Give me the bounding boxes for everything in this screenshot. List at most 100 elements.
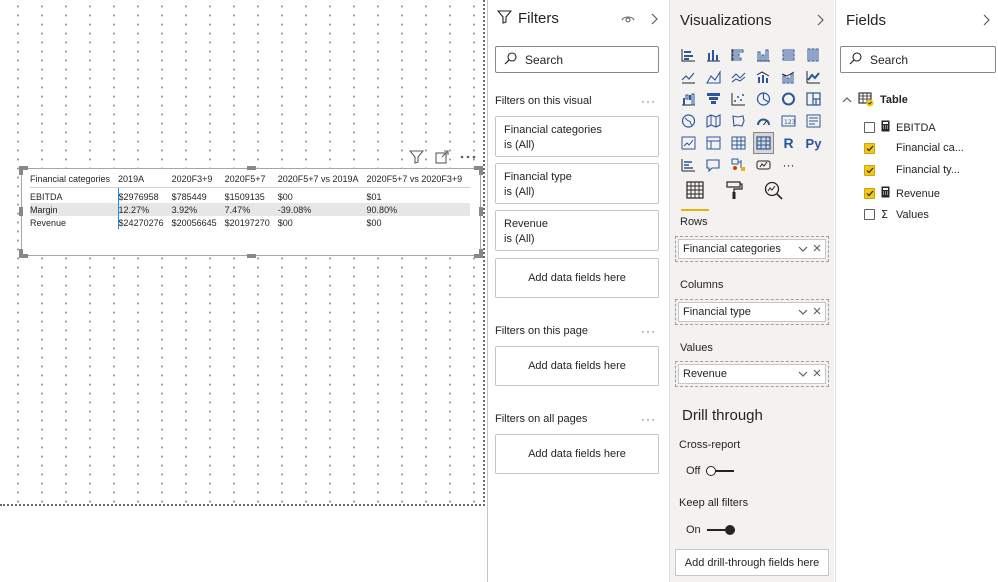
clustered-column-chart-icon[interactable] — [753, 44, 774, 66]
collapse-chevron-icon[interactable] — [650, 13, 658, 28]
field-item-financial-type[interactable]: Financial ty... — [864, 164, 960, 176]
shape-map-icon[interactable] — [728, 110, 749, 132]
stacked-column-chart-icon[interactable] — [703, 44, 724, 66]
add-drill-through-drop-zone[interactable]: Add drill-through fields here — [675, 549, 829, 576]
field-checkbox[interactable] — [864, 142, 875, 154]
decomposition-tree-icon[interactable] — [728, 154, 749, 176]
filters-search-input[interactable] — [525, 52, 635, 67]
filter-card-financial-type[interactable]: Financial type is (All) — [495, 163, 659, 204]
matrix-visual[interactable]: Financial categories 2019A 2020F3+9 2020… — [19, 166, 483, 258]
column-header[interactable]: 2020F3+9 — [171, 173, 225, 188]
card-icon[interactable]: 123 — [778, 110, 799, 132]
columns-well[interactable]: Financial type — [675, 299, 829, 325]
column-header[interactable]: 2020F5+7 vs 2020F3+9 — [366, 173, 471, 188]
r-script-visual-icon[interactable]: R — [778, 132, 799, 154]
fields-tab-icon[interactable] — [681, 180, 709, 211]
filled-map-icon[interactable] — [703, 110, 724, 132]
keep-all-filters-toggle[interactable]: On — [686, 524, 735, 536]
section-more-options[interactable]: ··· — [641, 324, 656, 338]
more-visuals-icon[interactable]: ··· — [778, 154, 799, 176]
column-header[interactable]: 2019A — [118, 173, 172, 188]
resize-handle[interactable] — [479, 166, 483, 175]
stacked-area-chart-icon[interactable] — [728, 66, 749, 88]
resize-handle[interactable] — [19, 207, 23, 216]
rows-field-pill[interactable]: Financial categories — [678, 239, 826, 259]
qa-visual-icon[interactable] — [703, 154, 724, 176]
filter-card-revenue[interactable]: Revenue is (All) — [495, 210, 659, 251]
pie-chart-icon[interactable] — [753, 88, 774, 110]
focus-mode-icon[interactable] — [434, 149, 450, 165]
python-visual-icon[interactable]: Py — [803, 132, 824, 154]
column-header[interactable]: 2020F5+7 vs 2019A — [277, 173, 367, 188]
chevron-up-icon[interactable] — [842, 94, 852, 106]
clustered-bar-chart-icon[interactable] — [728, 44, 749, 66]
remove-field-icon[interactable] — [813, 244, 821, 255]
waterfall-chart-icon[interactable] — [678, 88, 699, 110]
100-percent-column-chart-icon[interactable] — [803, 44, 824, 66]
area-chart-icon[interactable] — [703, 66, 724, 88]
cross-report-toggle[interactable]: Off — [686, 465, 735, 477]
fields-search-input[interactable] — [870, 52, 980, 67]
multi-row-card-icon[interactable] — [803, 110, 824, 132]
key-influencers-icon[interactable] — [678, 154, 699, 176]
add-page-filter-drop-zone[interactable]: Add data fields here — [495, 346, 659, 386]
resize-handle[interactable] — [19, 249, 23, 258]
field-item-ebitda[interactable]: EBITDA — [864, 120, 936, 135]
analytics-magnifier-icon[interactable] — [762, 180, 784, 204]
collapse-chevron-icon[interactable] — [982, 14, 990, 29]
resize-handle[interactable] — [247, 254, 256, 258]
collapse-chevron-icon[interactable] — [816, 14, 824, 29]
fields-search-box[interactable] — [840, 46, 996, 73]
smart-narrative-icon[interactable] — [753, 154, 774, 176]
line-and-clustered-column-icon[interactable] — [778, 66, 799, 88]
line-and-stacked-column-icon[interactable] — [753, 66, 774, 88]
table-node[interactable]: Table — [842, 92, 908, 107]
more-options-icon[interactable] — [460, 149, 476, 165]
line-chart-icon[interactable] — [678, 66, 699, 88]
remove-field-icon[interactable] — [813, 369, 821, 380]
kpi-icon[interactable] — [678, 132, 699, 154]
table-row[interactable]: EBITDA $2976958 $785449 $1509135 $00 $01 — [30, 187, 470, 203]
section-more-options[interactable]: ··· — [641, 94, 656, 108]
resize-handle[interactable] — [479, 207, 483, 216]
filter-card-financial-categories[interactable]: Financial categories is (All) — [495, 116, 659, 157]
table-row[interactable]: Revenue $24270276 $20056645 $20197270 $0… — [30, 216, 470, 229]
scatter-chart-icon[interactable] — [728, 88, 749, 110]
field-item-financial-categories[interactable]: Financial ca... — [864, 142, 964, 154]
table-row[interactable]: Margin 12.27% 3.92% 7.47% -39.08% 90.80% — [30, 203, 471, 216]
format-paint-roller-icon[interactable] — [723, 180, 745, 204]
resize-handle[interactable] — [19, 166, 23, 175]
donut-chart-icon[interactable] — [778, 88, 799, 110]
section-more-options[interactable]: ··· — [641, 412, 656, 426]
values-field-pill[interactable]: Revenue — [678, 364, 826, 384]
stacked-bar-chart-icon[interactable] — [678, 44, 699, 66]
add-visual-filter-drop-zone[interactable]: Add data fields here — [495, 258, 659, 298]
funnel-chart-icon[interactable] — [703, 88, 724, 110]
remove-field-icon[interactable] — [813, 307, 821, 318]
column-header[interactable]: 2020F5+7 — [224, 173, 278, 188]
ribbon-chart-icon[interactable] — [803, 66, 824, 88]
field-checkbox[interactable] — [864, 188, 875, 199]
columns-field-pill[interactable]: Financial type — [678, 302, 826, 322]
toggle-switch[interactable] — [706, 466, 735, 476]
eye-icon[interactable] — [621, 13, 635, 28]
chevron-down-icon[interactable] — [798, 369, 808, 380]
field-item-revenue[interactable]: Revenue — [864, 186, 940, 201]
toggle-switch[interactable] — [706, 525, 735, 535]
field-checkbox[interactable] — [864, 209, 875, 220]
resize-handle[interactable] — [479, 249, 483, 258]
chevron-down-icon[interactable] — [798, 307, 808, 318]
add-report-filter-drop-zone[interactable]: Add data fields here — [495, 434, 659, 474]
treemap-icon[interactable] — [803, 88, 824, 110]
map-icon[interactable] — [678, 110, 699, 132]
slicer-icon[interactable] — [703, 132, 724, 154]
values-well[interactable]: Revenue — [675, 361, 829, 387]
filters-search-box[interactable] — [495, 46, 659, 73]
chevron-down-icon[interactable] — [798, 244, 808, 255]
matrix-visual-icon[interactable] — [753, 132, 774, 154]
filter-icon[interactable] — [408, 149, 424, 165]
100-percent-bar-chart-icon[interactable] — [778, 44, 799, 66]
field-item-values[interactable]: Σ Values — [864, 208, 929, 221]
column-header[interactable]: Financial categories — [30, 173, 119, 188]
gauge-icon[interactable] — [753, 110, 774, 132]
